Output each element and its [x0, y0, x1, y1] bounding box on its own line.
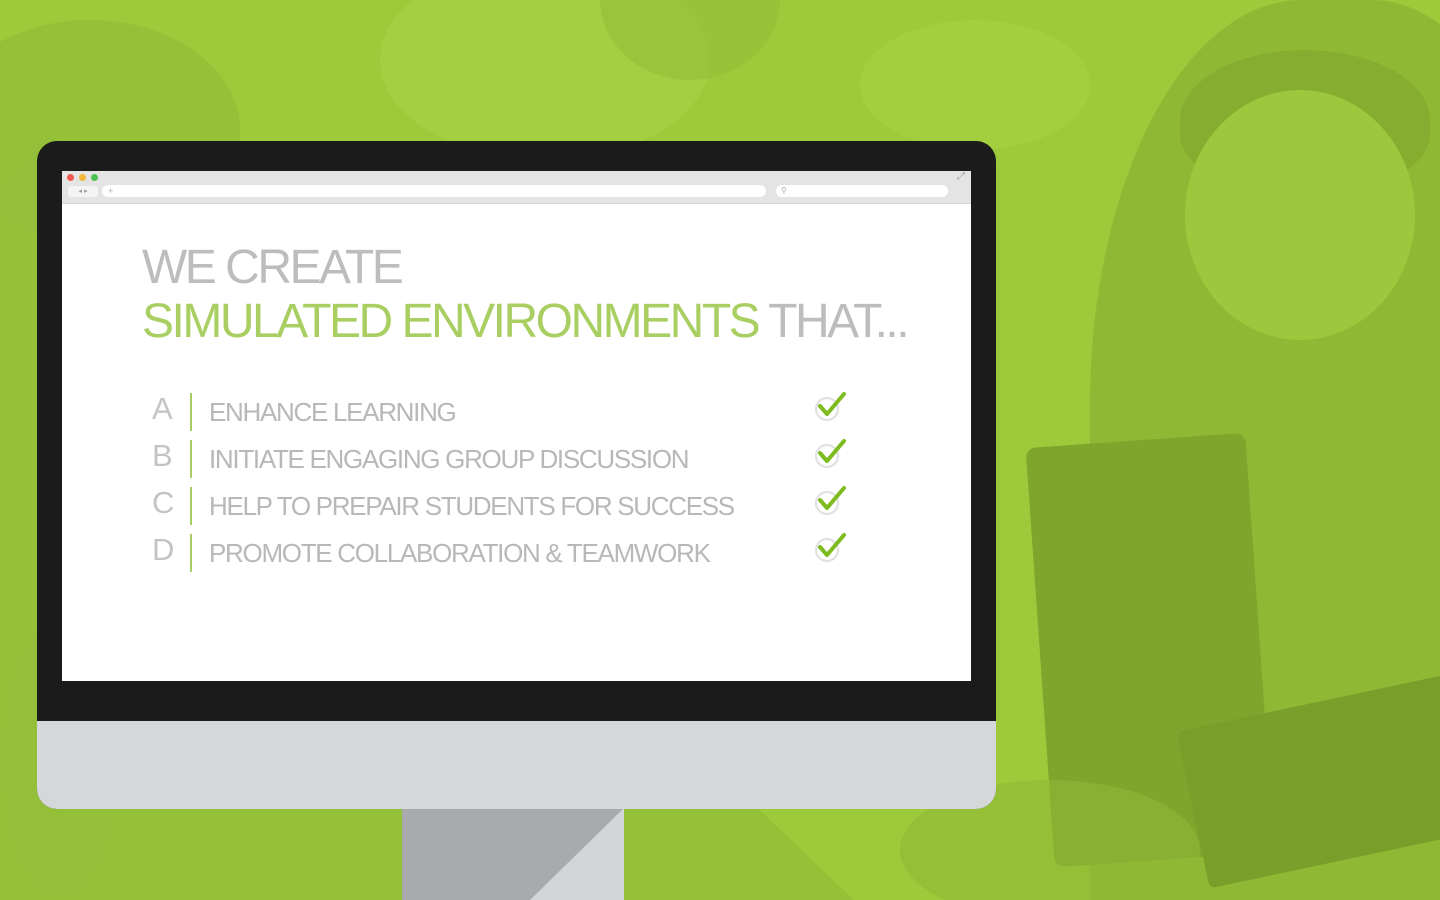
monitor-chin — [37, 721, 996, 809]
list-item-label: PROMOTE COLLABORATION & TEAMWORK — [209, 538, 711, 568]
list-divider — [190, 393, 192, 431]
back-forward-buttons[interactable]: ◂ ▸ — [68, 186, 98, 197]
browser-toolbar: ◂ ▸ + ⚲ ⤢ — [62, 171, 971, 204]
search-input[interactable]: ⚲ — [776, 185, 948, 197]
list-item-label: ENHANCE LEARNING — [209, 397, 457, 427]
benefits-list: A ENHANCE LEARNING B INITIATE ENGAGING G… — [142, 389, 882, 577]
close-window-icon[interactable] — [67, 174, 74, 181]
monitor: ◂ ▸ + ⚲ ⤢ WE CREATE SIMULATED ENVIRONMEN… — [37, 141, 996, 809]
list-divider — [190, 534, 192, 572]
maximize-window-icon[interactable] — [91, 174, 98, 181]
list-item-letter: C — [152, 485, 175, 520]
checkmark-icon — [814, 439, 846, 469]
list-item: D PROMOTE COLLABORATION & TEAMWORK — [142, 530, 882, 577]
list-item-letter: A — [152, 391, 173, 426]
page-title: WE CREATE SIMULATED ENVIRONMENTS THAT... — [142, 241, 910, 349]
checkmark-icon — [814, 486, 846, 516]
new-tab-icon[interactable]: + — [108, 186, 113, 196]
checkmark-icon — [814, 392, 846, 422]
list-divider — [190, 487, 192, 525]
headline-accent: SIMULATED ENVIRONMENTS — [142, 295, 761, 348]
headline-suffix: THAT... — [758, 295, 909, 348]
list-item-letter: D — [152, 532, 175, 567]
list-item-letter: B — [152, 438, 173, 473]
monitor-screen: ◂ ▸ + ⚲ ⤢ WE CREATE SIMULATED ENVIRONMEN… — [62, 171, 971, 681]
minimize-window-icon[interactable] — [79, 174, 86, 181]
list-item: C HELP TO PREPAIR STUDENTS FOR SUCCESS — [142, 483, 882, 530]
address-bar[interactable]: + — [102, 185, 766, 197]
headline-line-2: SIMULATED ENVIRONMENTS THAT... — [142, 295, 910, 349]
list-item: B INITIATE ENGAGING GROUP DISCUSSION — [142, 436, 882, 483]
list-item: A ENHANCE LEARNING — [142, 389, 882, 436]
checkmark-icon — [814, 533, 846, 563]
search-icon: ⚲ — [781, 186, 787, 195]
list-divider — [190, 440, 192, 478]
fullscreen-icon[interactable]: ⤢ — [957, 172, 965, 182]
headline-line-1: WE CREATE — [142, 241, 404, 294]
list-item-label: INITIATE ENGAGING GROUP DISCUSSION — [209, 444, 690, 474]
list-item-label: HELP TO PREPAIR STUDENTS FOR SUCCESS — [209, 491, 735, 521]
